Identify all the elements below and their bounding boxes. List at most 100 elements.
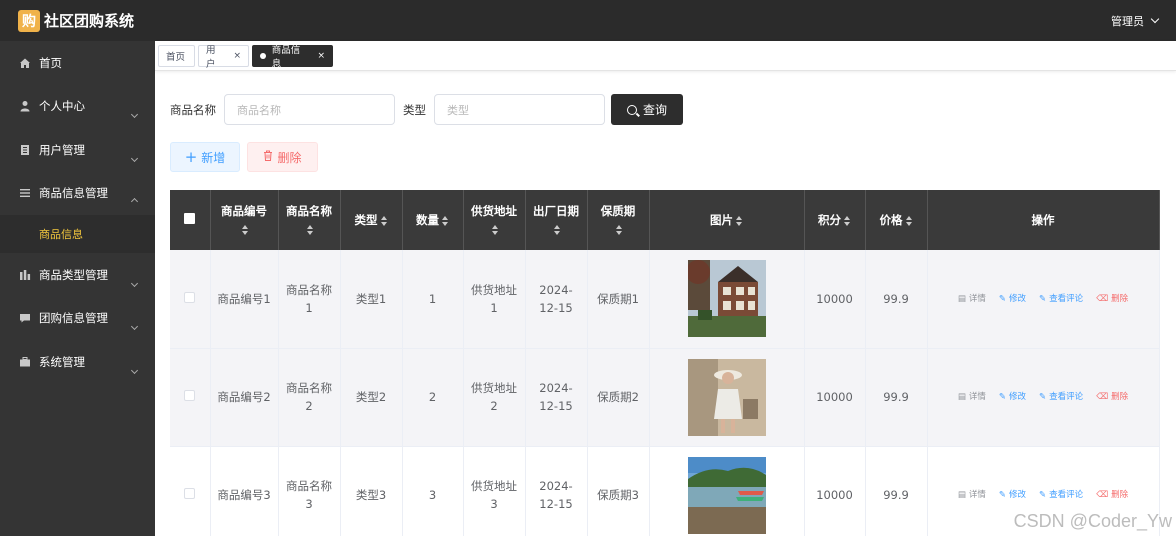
tab-home[interactable]: 首页: [158, 45, 195, 67]
document-icon: ▤: [957, 293, 966, 304]
chevron-down-icon: [130, 362, 139, 376]
header-product-name[interactable]: 商品名称: [278, 190, 341, 250]
pencil-icon: ✎: [1039, 293, 1047, 304]
edit-button[interactable]: ✎ 修改: [999, 486, 1026, 504]
sidebar-item-category-management[interactable]: 商品类型管理: [0, 253, 155, 297]
tab-users[interactable]: 用户 ×: [198, 45, 249, 70]
detail-button[interactable]: ▤ 详情: [958, 388, 986, 406]
active-dot-icon: [260, 53, 266, 59]
type-input[interactable]: 类型: [434, 94, 605, 125]
cell-actions: ▤ 详情 ✎ 修改 ✎ 查看评论 ⌫ 删除: [927, 348, 1160, 447]
header-price[interactable]: 价格: [865, 190, 928, 250]
bar-chart-icon: [19, 269, 31, 281]
edit-button[interactable]: ✎ 修改: [999, 290, 1026, 308]
chevron-down-icon: [130, 150, 139, 164]
cell-actions: ▤ 详情 ✎ 修改 ✎ 查看评论 ⌫ 删除: [927, 250, 1160, 349]
search-icon: [626, 104, 637, 115]
cell-image: [649, 348, 805, 447]
sidebar-item-users[interactable]: 用户管理: [0, 128, 155, 172]
detail-button[interactable]: ▤ 详情: [958, 486, 986, 504]
row-delete-button[interactable]: ⌫ 删除: [1096, 290, 1128, 308]
cell-shelf-life: 保质期2: [587, 348, 650, 447]
view-reviews-button[interactable]: ✎ 查看评论: [1039, 388, 1083, 406]
header-supply-address[interactable]: 供货地址: [463, 190, 526, 250]
row-checkbox[interactable]: [170, 250, 211, 349]
close-icon[interactable]: ×: [233, 51, 241, 61]
trash-icon: ⌫: [1096, 392, 1109, 402]
header-factory-date[interactable]: 出厂日期: [525, 190, 588, 250]
logo-icon: 购: [18, 9, 40, 32]
sidebar-item-label: 个人中心: [39, 99, 85, 114]
review-label: 查看评论: [1049, 490, 1084, 500]
row-delete-button[interactable]: ⌫ 删除: [1096, 388, 1128, 406]
sidebar-subitem-product-info[interactable]: 商品信息: [0, 215, 155, 253]
row-checkbox[interactable]: [170, 348, 211, 447]
review-label: 查看评论: [1049, 293, 1084, 304]
user-menu[interactable]: 管理员: [1111, 0, 1160, 41]
header-actions: 操作: [927, 190, 1160, 250]
detail-label: 详情: [968, 490, 986, 500]
product-image-person[interactable]: [687, 358, 766, 436]
query-label: 查询: [642, 103, 667, 117]
sidebar-item-system[interactable]: 系统管理: [0, 340, 155, 384]
cell-points: 10000: [804, 446, 866, 536]
delete-label: 删除: [1111, 293, 1129, 304]
sidebar-item-profile[interactable]: 个人中心: [0, 85, 155, 129]
detail-label: 详情: [968, 293, 986, 304]
product-image-house[interactable]: [687, 260, 766, 338]
detail-button[interactable]: ▤ 详情: [958, 290, 986, 308]
sidebar-item-label: 团购信息管理: [39, 311, 108, 326]
user-name: 管理员: [1111, 14, 1144, 28]
sort-icon: [736, 215, 743, 226]
row-delete-button[interactable]: ⌫ 删除: [1096, 486, 1128, 504]
sidebar-item-label: 首页: [39, 55, 62, 70]
cell-type: 类型2: [340, 348, 403, 447]
cell-points: 10000: [804, 348, 866, 447]
sidebar-item-product-management[interactable]: 商品信息管理: [0, 172, 155, 216]
cell-points: 10000: [804, 250, 866, 349]
tab-label: 用户: [206, 45, 216, 70]
tab-product-info[interactable]: 商品信息 ×: [252, 45, 333, 70]
header-shelf-life[interactable]: 保质期: [587, 190, 650, 250]
edit-button[interactable]: ✎ 修改: [999, 388, 1026, 406]
cell-quantity: 3: [402, 446, 464, 536]
sidebar-item-groupbuy-management[interactable]: 团购信息管理: [0, 297, 155, 341]
notebook-icon: [19, 144, 31, 156]
product-image-lake[interactable]: [687, 456, 766, 534]
pencil-icon: ✎: [1039, 490, 1047, 500]
delete-button[interactable]: 删除: [247, 142, 318, 172]
header-label: 供货地址: [471, 204, 517, 218]
cell-image: [649, 250, 805, 349]
sidebar-item-label: 商品信息: [39, 228, 83, 241]
sidebar-item-home[interactable]: 首页: [0, 41, 155, 85]
watermark: CSDN @Coder_Yw: [1013, 511, 1172, 531]
row-checkbox[interactable]: [170, 446, 211, 536]
search-form: 商品名称 商品名称 类型 类型: [170, 94, 605, 125]
cell-price: 99.9: [865, 250, 928, 349]
chevron-down-icon: [130, 318, 139, 332]
header-label: 价格: [879, 213, 903, 227]
cell-price: 99.9: [865, 348, 928, 447]
header-product-id[interactable]: 商品编号: [210, 190, 279, 250]
table-row: 商品编号1 商品名称1 类型1 1 供货地址1 2024-12-15 保质期1: [170, 250, 1160, 349]
sidebar-item-label: 商品类型管理: [39, 267, 108, 282]
cell-product-name: 商品名称3: [278, 446, 341, 536]
trash-icon: ⌫: [1096, 293, 1109, 304]
header-image[interactable]: 图片: [649, 190, 805, 250]
cell-product-id: 商品编号3: [210, 446, 279, 536]
delete-label: 删除: [1111, 490, 1129, 500]
view-reviews-button[interactable]: ✎ 查看评论: [1039, 486, 1083, 504]
add-button[interactable]: + 新增: [170, 142, 240, 172]
close-icon[interactable]: ×: [317, 51, 325, 61]
cell-shelf-life: 保质期3: [587, 446, 650, 536]
view-reviews-button[interactable]: ✎ 查看评论: [1039, 290, 1083, 308]
header-points[interactable]: 积分: [804, 190, 866, 250]
header-label: 操作: [1031, 213, 1055, 227]
select-all-checkbox[interactable]: [170, 190, 211, 250]
chevron-down-icon: [1150, 14, 1160, 24]
header-type[interactable]: 类型: [340, 190, 403, 250]
query-button[interactable]: 查询: [611, 94, 683, 125]
name-input[interactable]: 商品名称: [224, 94, 395, 125]
header-quantity[interactable]: 数量: [402, 190, 464, 250]
sidebar-item-label: 系统管理: [39, 354, 85, 369]
